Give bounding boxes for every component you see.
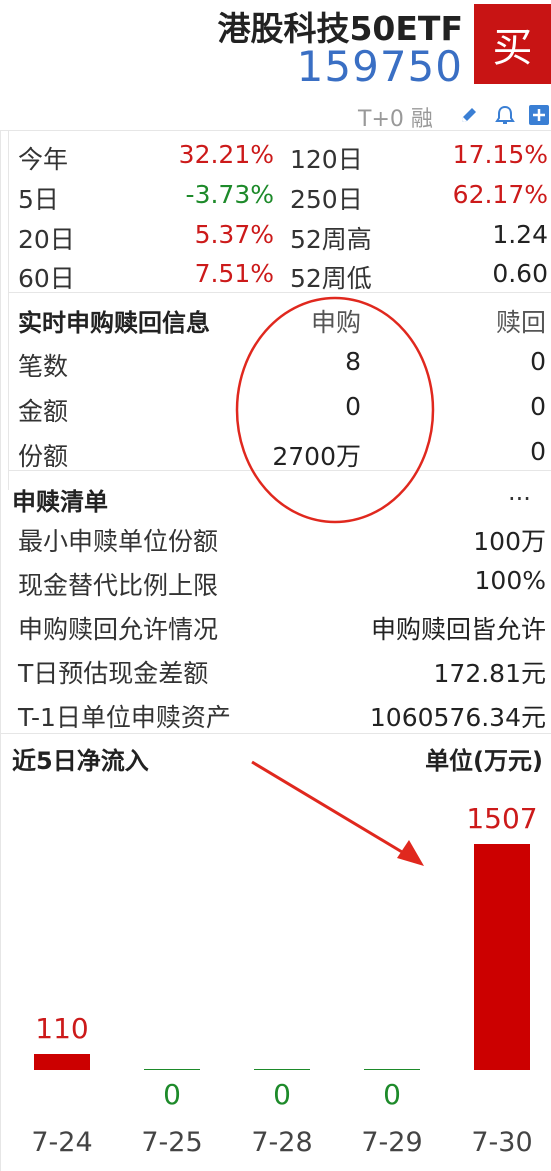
annotation-arrow-line (251, 760, 413, 860)
annotation-circle (235, 296, 435, 524)
annotation-overlay (235, 296, 435, 866)
annotation-arrow-head (397, 840, 424, 866)
